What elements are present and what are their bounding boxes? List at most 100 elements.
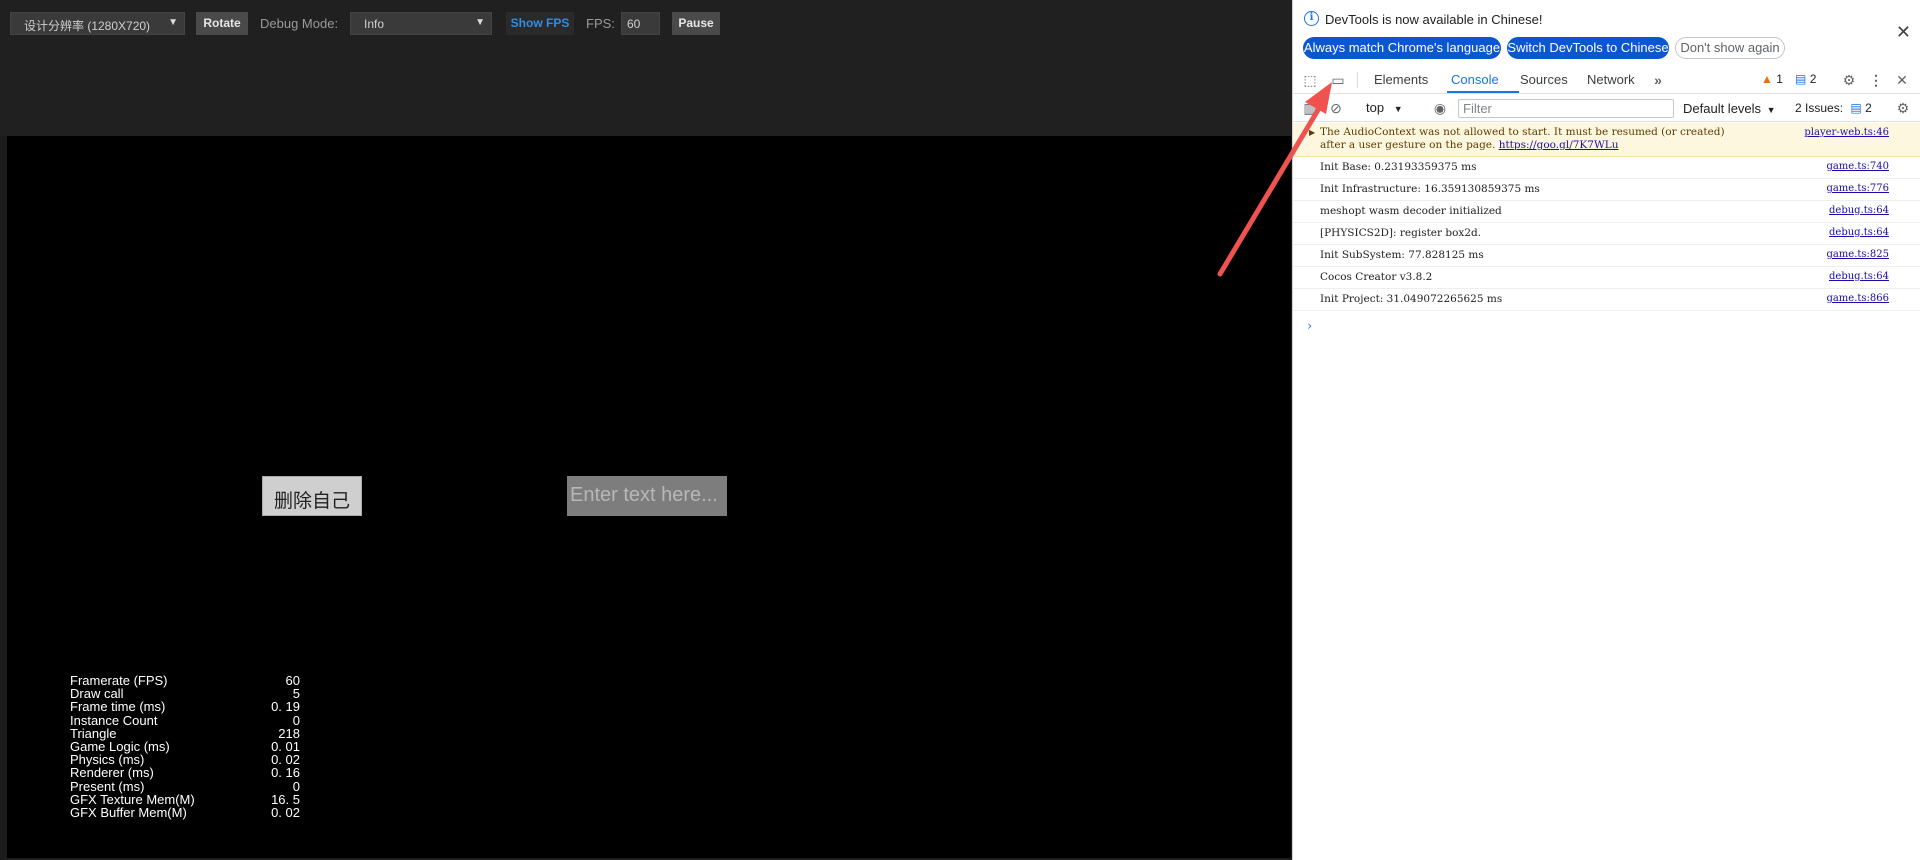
log-list: Init Base: 0.23193359375 ms game.ts:740 In… bbox=[1293, 157, 1920, 311]
debug-mode-label: Debug Mode: bbox=[260, 16, 339, 31]
source-link[interactable]: debug.ts:64 bbox=[1829, 271, 1889, 282]
console-message[interactable]: Init Infrastructure: 16.359130859375 ms g… bbox=[1293, 179, 1920, 201]
console-message[interactable]: Init Base: 0.23193359375 ms game.ts:740 bbox=[1293, 157, 1920, 179]
dont-show-again-button[interactable]: Don't show again bbox=[1675, 37, 1785, 59]
stat-value: 0. 16 bbox=[271, 765, 300, 781]
stat-value: 0. 19 bbox=[271, 699, 300, 715]
close-devtools-icon[interactable]: ✕ bbox=[1893, 71, 1911, 89]
chevron-down-icon: ▼ bbox=[475, 17, 485, 28]
message-text: Init Base: 0.23193359375 ms bbox=[1320, 161, 1477, 173]
game-canvas[interactable]: 删除自己 Enter text here... Framerate (FPS) 6… bbox=[7, 136, 1291, 858]
device-toolbar-icon[interactable]: ▭ bbox=[1329, 71, 1347, 89]
console-message[interactable]: Init SubSystem: 77.828125 ms game.ts:825 bbox=[1293, 245, 1920, 267]
tab-sources[interactable]: Sources bbox=[1520, 72, 1568, 87]
resolution-select[interactable]: 设计分辨率 (1280X720) ▼ bbox=[10, 12, 185, 35]
console-message[interactable]: Cocos Creator v3.8.2 debug.ts:64 bbox=[1293, 267, 1920, 289]
source-link[interactable]: debug.ts:64 bbox=[1829, 227, 1889, 238]
message-text: Init SubSystem: 77.828125 ms bbox=[1320, 249, 1484, 261]
preview-toolbar: 设计分辨率 (1280X720) ▼ Rotate Debug Mode: In… bbox=[0, 0, 1292, 136]
warning-line-2-text: after a user gesture on the page. bbox=[1320, 139, 1496, 151]
message-text: meshopt wasm decoder initialized bbox=[1320, 205, 1502, 217]
close-icon[interactable]: ✕ bbox=[1896, 22, 1911, 43]
chevron-down-icon: ▼ bbox=[168, 17, 178, 28]
message-icon: ▤ bbox=[1850, 101, 1862, 115]
message-text: [PHYSICS2D]: register box2d. bbox=[1320, 227, 1482, 239]
language-banner: i DevTools is now available in Chinese! … bbox=[1293, 0, 1920, 65]
cocos-preview-panel: 设计分辨率 (1280X720) ▼ Rotate Debug Mode: In… bbox=[0, 0, 1292, 860]
source-link[interactable]: game.ts:866 bbox=[1826, 293, 1889, 304]
profiler-stats: Framerate (FPS) 60 Draw call 5 Frame time (m… bbox=[70, 674, 300, 819]
context-select[interactable]: top ▼ bbox=[1366, 100, 1403, 115]
log-levels-value: Default levels bbox=[1683, 101, 1762, 116]
source-link[interactable]: game.ts:740 bbox=[1826, 161, 1889, 172]
console-prompt[interactable]: › bbox=[1307, 319, 1312, 334]
devtools-panel: i DevTools is now available in Chinese! … bbox=[1292, 0, 1920, 860]
more-tabs-icon[interactable]: » bbox=[1649, 71, 1667, 89]
debug-mode-value: Info bbox=[364, 17, 385, 31]
message-counter[interactable]: ▤ 2 bbox=[1795, 72, 1816, 86]
tab-network[interactable]: Network bbox=[1587, 72, 1635, 87]
tab-console[interactable]: Console bbox=[1451, 72, 1499, 87]
fps-input[interactable]: 60 bbox=[621, 12, 660, 35]
delete-self-button[interactable]: 删除自己 bbox=[262, 476, 362, 516]
console-filter-bar: ▥ ⊘ top ▼ ◉ Filter Default levels ▼ 2 Is… bbox=[1293, 95, 1920, 122]
console-warning[interactable]: ▶ The AudioContext was not allowed to st… bbox=[1293, 123, 1920, 157]
console-settings-icon[interactable]: ⚙ bbox=[1894, 99, 1912, 117]
console-message[interactable]: meshopt wasm decoder initialized debug.ts… bbox=[1293, 201, 1920, 223]
message-icon: ▤ bbox=[1795, 72, 1807, 86]
console-output: ▶ The AudioContext was not allowed to st… bbox=[1293, 123, 1920, 860]
stat-value: 218 bbox=[278, 725, 300, 741]
source-link[interactable]: game.ts:825 bbox=[1826, 249, 1889, 260]
message-count: 2 bbox=[1809, 72, 1817, 86]
gear-icon[interactable]: ⚙ bbox=[1840, 71, 1858, 89]
divider bbox=[1357, 72, 1358, 88]
stat-label: GFX Buffer Mem(M) bbox=[70, 804, 187, 820]
kebab-menu-icon[interactable]: ⋮ bbox=[1867, 71, 1885, 89]
clear-console-icon[interactable]: ⊘ bbox=[1327, 99, 1345, 117]
console-message[interactable]: Init Project: 31.049072265625 ms game.ts:… bbox=[1293, 289, 1920, 311]
source-link[interactable]: game.ts:776 bbox=[1826, 183, 1889, 194]
context-value: top bbox=[1366, 100, 1385, 115]
chevron-down-icon: ▼ bbox=[1393, 104, 1403, 114]
devtools-tabbar: ⬚ ▭ Elements Console Sources Network » ▲… bbox=[1293, 66, 1920, 94]
match-language-button[interactable]: Always match Chrome's language bbox=[1303, 37, 1501, 59]
warning-counter[interactable]: ▲ 1 bbox=[1761, 72, 1783, 86]
filter-input[interactable]: Filter bbox=[1458, 99, 1674, 118]
message-text: Init Infrastructure: 16.359130859375 ms bbox=[1320, 183, 1540, 195]
warning-line-2: after a user gesture on the page. https:… bbox=[1320, 139, 1893, 152]
debug-mode-select[interactable]: Info ▼ bbox=[350, 12, 492, 35]
console-message[interactable]: [PHYSICS2D]: register box2d. debug.ts:64 bbox=[1293, 223, 1920, 245]
stat-value: 0. 02 bbox=[271, 804, 300, 820]
resolution-select-value: 设计分辨率 (1280X720) bbox=[24, 19, 151, 33]
stat-value: 0 bbox=[292, 712, 300, 728]
source-link[interactable]: debug.ts:64 bbox=[1829, 205, 1889, 216]
expand-triangle-icon[interactable]: ▶ bbox=[1309, 126, 1315, 139]
tab-elements[interactable]: Elements bbox=[1374, 72, 1428, 87]
banner-text: DevTools is now available in Chinese! bbox=[1325, 12, 1543, 27]
info-icon: i bbox=[1304, 11, 1319, 26]
warning-icon: ▲ bbox=[1761, 72, 1773, 86]
rotate-button[interactable]: Rotate bbox=[196, 12, 248, 35]
chevron-down-icon: ▼ bbox=[1766, 105, 1776, 115]
inspect-element-icon[interactable]: ⬚ bbox=[1301, 71, 1319, 89]
warning-count: 1 bbox=[1776, 72, 1783, 86]
message-text: Cocos Creator v3.8.2 bbox=[1320, 271, 1433, 283]
source-link[interactable]: player-web.ts:46 bbox=[1804, 126, 1889, 139]
text-input-field[interactable]: Enter text here... bbox=[567, 476, 727, 516]
show-fps-button[interactable]: Show FPS bbox=[506, 12, 574, 35]
stat-row: GFX Buffer Mem(M) 0. 02 bbox=[70, 806, 300, 819]
eye-icon[interactable]: ◉ bbox=[1431, 99, 1449, 117]
sidebar-toggle-icon[interactable]: ▥ bbox=[1301, 99, 1319, 117]
log-levels-select[interactable]: Default levels ▼ bbox=[1683, 101, 1776, 116]
fps-label: FPS: bbox=[586, 16, 615, 31]
issues-label: 2 Issues: bbox=[1795, 101, 1844, 115]
stat-value: 0 bbox=[292, 778, 300, 794]
pause-button[interactable]: Pause bbox=[672, 12, 720, 35]
stat-value: 16. 5 bbox=[271, 791, 300, 807]
issues-button[interactable]: 2 Issues: ▤ 2 bbox=[1795, 101, 1872, 115]
message-text: Init Project: 31.049072265625 ms bbox=[1320, 293, 1503, 305]
switch-chinese-button[interactable]: Switch DevTools to Chinese bbox=[1507, 37, 1669, 59]
active-tab-indicator bbox=[1447, 91, 1519, 93]
warning-link[interactable]: https://goo.gl/7K7WLu bbox=[1499, 139, 1619, 151]
issues-count: 2 bbox=[1865, 101, 1872, 115]
